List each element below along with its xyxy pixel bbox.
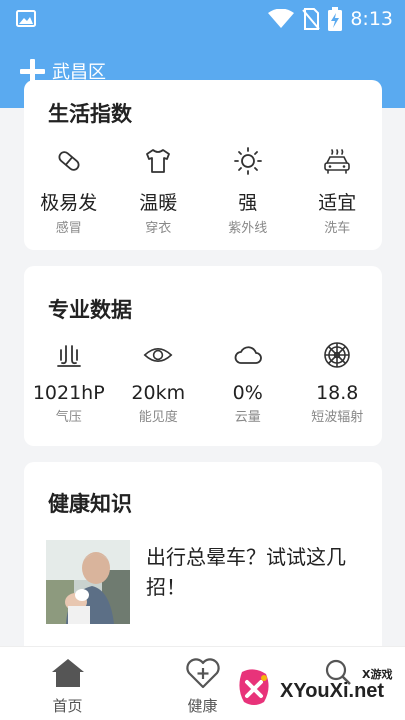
sun-icon — [233, 147, 262, 175]
life-index-label: 洗车 — [324, 221, 351, 236]
no-sim-icon — [302, 8, 321, 30]
pro-data-card: 专业数据 1021hP 气压 20km 能见度 0% 云量 18.8 短波辐射 — [24, 266, 382, 446]
watermark: X游戏 XYouXi.net — [236, 664, 401, 716]
radiation-icon — [324, 342, 351, 368]
pro-data-title: 专业数据 — [48, 298, 132, 322]
life-index-label: 紫外线 — [228, 221, 268, 236]
life-index-title: 生活指数 — [48, 102, 132, 126]
battery-charging-icon — [328, 7, 343, 31]
pro-data-value: 18.8 — [316, 382, 359, 404]
health-title: 健康知识 — [48, 492, 132, 516]
life-index-label: 感冒 — [55, 221, 82, 236]
life-index-item[interactable]: 温暖 穿衣 — [114, 146, 204, 236]
life-index-value: 温暖 — [139, 192, 178, 214]
life-index-card: 生活指数 极易发 感冒 温暖 穿衣 强 紫外线 适宜 洗车 — [24, 80, 382, 250]
watermark-text: XYouXi.net — [280, 680, 385, 702]
image-notification-icon — [16, 10, 36, 27]
life-index-value: 极易发 — [40, 192, 98, 214]
article-thumbnail — [46, 540, 130, 624]
pro-data-label: 气压 — [55, 410, 82, 425]
pro-data-item[interactable]: 0% 云量 — [203, 340, 293, 425]
pro-data-item[interactable]: 1021hP 气压 — [24, 340, 114, 425]
wifi-icon — [268, 9, 295, 28]
pro-data-label: 云量 — [234, 410, 261, 425]
car-icon — [324, 149, 351, 174]
pro-data-label: 短波辐射 — [311, 410, 364, 425]
tshirt-icon — [146, 149, 171, 173]
life-index-label: 穿衣 — [145, 221, 172, 236]
life-index-item[interactable]: 适宜 洗车 — [293, 146, 383, 236]
pro-data-item[interactable]: 20km 能见度 — [114, 340, 204, 425]
cloud-icon — [234, 346, 262, 364]
nav-health-label: 健康 — [187, 697, 218, 715]
nav-home[interactable]: 首页 — [0, 647, 135, 720]
pro-data-value: 20km — [131, 382, 186, 404]
status-bar: 8:13 — [0, 0, 405, 38]
status-time: 8:13 — [350, 8, 393, 30]
nav-home-label: 首页 — [52, 697, 83, 715]
heart-plus-icon — [185, 658, 220, 689]
pro-data-value: 1021hP — [32, 382, 105, 404]
pro-data-value: 0% — [232, 382, 263, 404]
eye-icon — [143, 348, 173, 362]
health-article[interactable]: 出行总晕车？试试这几招！ — [46, 540, 362, 624]
home-icon — [51, 659, 84, 687]
article-title: 出行总晕车？试试这几招！ — [146, 545, 346, 599]
pro-data-item[interactable]: 18.8 短波辐射 — [293, 340, 383, 425]
life-index-value: 适宜 — [318, 192, 357, 214]
life-index-grid: 极易发 感冒 温暖 穿衣 强 紫外线 适宜 洗车 — [24, 146, 382, 236]
life-index-item[interactable]: 极易发 感冒 — [24, 146, 114, 236]
pro-data-grid: 1021hP 气压 20km 能见度 0% 云量 18.8 短波辐射 — [24, 340, 382, 425]
gamepad-logo-icon — [239, 669, 269, 705]
pill-icon — [58, 151, 80, 171]
life-index-item[interactable]: 强 紫外线 — [203, 146, 293, 236]
health-card: 健康知识 出行总晕车？试试这几招！ — [24, 462, 382, 662]
pro-data-label: 能见度 — [138, 410, 178, 425]
pressure-icon — [56, 345, 81, 367]
life-index-value: 强 — [238, 192, 258, 214]
